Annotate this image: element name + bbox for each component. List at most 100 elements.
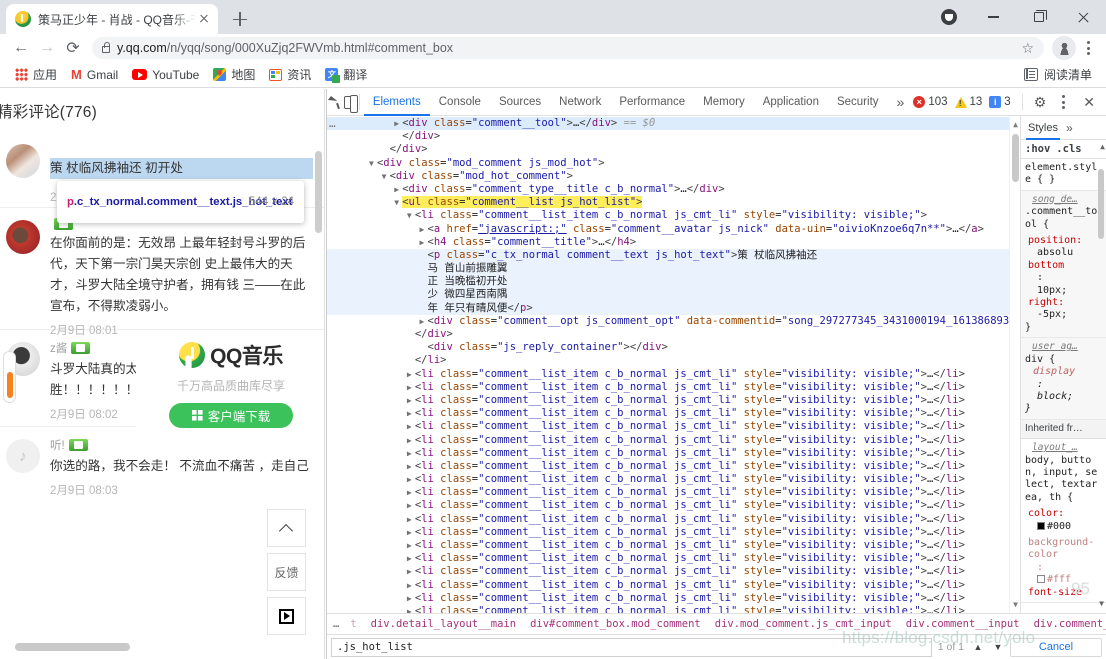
dom-tree-line[interactable]: ▶ <li class="comment__list_item c_b_norma… [327,552,1020,565]
dom-tree-line[interactable]: </li> [327,354,1020,367]
dom-tree-line[interactable]: 马 首山前振雕翼 [327,262,1020,276]
css-prop[interactable]: display [1025,366,1102,378]
info-count-badge[interactable]: i 3 [989,96,1011,108]
more-tabs-button[interactable]: » [888,94,914,110]
dom-tree-line[interactable]: 年 年只有晴风便</p> [327,301,1020,315]
warning-count-badge[interactable]: 13 [954,96,982,108]
css-prop[interactable]: background-color [1025,537,1102,562]
feedback-button[interactable]: 反馈 [267,553,306,591]
dom-tree-line[interactable]: ▶ <li class="comment__list_item c_b_norma… [327,394,1020,407]
devtools-menu-icon[interactable] [1053,90,1073,114]
dom-tree-line[interactable]: ▼ <li class="comment__list_item c_b_norma… [327,209,1020,222]
dom-tree-line[interactable]: ▶ <li class="comment__list_item c_b_norma… [327,526,1020,539]
dom-tree-scrollbar[interactable]: ▲ ▼ [1009,116,1020,613]
scroll-up-icon[interactable]: ▲ [1012,118,1019,131]
tab-network[interactable]: Network [550,89,610,116]
gear-icon[interactable]: ⚙ [1034,94,1047,111]
hov-toggle[interactable]: :hov [1025,143,1050,155]
search-input[interactable] [331,637,932,657]
chrome-menu-icon[interactable] [1078,36,1098,60]
scroll-thumb[interactable] [1012,134,1019,182]
tab-elements[interactable]: Elements [364,89,430,116]
breadcrumb-item[interactable]: div.detail_layout__main [364,618,523,630]
css-value[interactable]: block; [1025,391,1102,403]
bookmark-star-icon[interactable]: ☆ [1021,40,1034,56]
dom-tree-line[interactable]: </div> [327,143,1020,156]
dom-tree-line[interactable]: ▶ <h4 class="comment__title">…</h4> [327,236,1020,249]
dom-tree-line[interactable]: ▶ <a href="javascript:;" class="comment__… [327,223,1020,236]
dom-tree-line[interactable]: </div> [327,328,1020,341]
css-value[interactable]: #fff [1025,574,1102,586]
maximize-button[interactable] [1016,0,1061,34]
styles-more-button[interactable]: » [1066,121,1073,135]
tab-performance[interactable]: Performance [610,89,694,116]
css-value[interactable]: #000 [1025,521,1102,533]
dom-tree-line[interactable]: <p class="c_tx_normal comment__text js_h… [327,248,1020,263]
rule-source[interactable]: song_de… [1025,194,1102,206]
dom-tree-line[interactable]: ▶ <li class="comment__list_item c_b_norma… [327,539,1020,552]
styles-scroll-up-icon[interactable]: ▲ [1100,142,1105,151]
color-swatch[interactable] [1037,575,1045,584]
list-item[interactable]: 在你面前的是：无效昂 上最年轻封号斗罗的后代，天下第一宗门昊天宗创 史上最伟大的… [0,208,324,337]
mini-player-button[interactable] [267,597,306,635]
color-swatch[interactable] [1037,521,1045,530]
css-value[interactable]: absolu [1025,247,1102,259]
page-horizontal-scrollbar[interactable] [15,643,130,651]
dom-tree-line[interactable]: ▶ <li class="comment__list_item c_b_norma… [327,513,1020,526]
inherited-style-rule[interactable]: layout_… body, button, input, select, te… [1021,439,1106,603]
close-window-button[interactable] [1061,0,1106,34]
rule-source[interactable]: layout_… [1025,442,1102,454]
avatar[interactable]: ♪ [6,439,40,473]
breadcrumb-item[interactable]: t [343,618,363,630]
dom-tree-line[interactable]: ▶ <li class="comment__list_item c_b_norma… [327,460,1020,473]
css-value[interactable]: : [1025,562,1102,574]
back-button[interactable]: ← [8,35,34,61]
dom-tree-line[interactable]: ▼ <div class="mod_hot_comment"> [327,170,1020,183]
search-next-button[interactable]: ▼ [990,639,1006,656]
breadcrumb-item[interactable]: div#comment_box.mod_comment [523,618,708,630]
error-count-badge[interactable]: × 103 [913,96,948,108]
dom-tree-line[interactable]: 少 微四星西南隅 [327,288,1020,302]
bookmark-translate[interactable]: 文 翻译 [318,64,374,85]
breadcrumb-overflow-left[interactable]: … [330,618,343,630]
client-download-button[interactable]: 客户端下载 [169,403,293,428]
back-to-top-button[interactable] [267,509,306,547]
css-value[interactable]: 10px; [1025,285,1102,297]
dom-tree-line[interactable]: </div> [327,130,1020,143]
dom-tree-line[interactable]: 正 当晚槛初开处 [327,275,1020,289]
browser-tab[interactable]: 策马正少年 - 肖战 - QQ音乐-千 [6,4,218,34]
inspect-element-button[interactable] [331,90,344,114]
forward-button[interactable]: → [34,35,60,61]
breadcrumb-item[interactable]: div.comment__tool [1027,618,1106,630]
search-prev-button[interactable]: ▲ [970,639,986,656]
device-toolbar-button[interactable] [344,90,359,114]
bookmark-gmail[interactable]: M Gmail [64,66,125,84]
avatar[interactable] [1052,36,1076,60]
tab-application[interactable]: Application [754,89,828,116]
dom-tree-line[interactable]: ▶ <li class="comment__list_item c_b_norma… [327,605,1020,613]
new-tab-button[interactable] [228,7,252,31]
cancel-button[interactable]: Cancel [1010,637,1102,657]
tab-console[interactable]: Console [430,89,490,116]
styles-scrollbar[interactable] [1097,159,1105,613]
dom-tree-line[interactable]: <div class="js_reply_container"></div> [327,341,1020,354]
dom-tree-line[interactable]: ▶ <li class="comment__list_item c_b_norma… [327,368,1020,381]
devtools-close-icon[interactable]: ✕ [1080,94,1098,111]
dom-tree-line[interactable]: ▶ <li class="comment__list_item c_b_norma… [327,592,1020,605]
dom-tree-line[interactable]: ▶ <div class="comment_type__title c_b_nor… [327,183,1020,196]
comment-nickname[interactable]: 听! [50,437,313,453]
dom-tree-line[interactable]: ▶ <li class="comment__list_item c_b_norma… [327,381,1020,394]
dom-tree-line[interactable]: ▶ <div class="comment__opt js_comment_opt… [327,315,1020,328]
dom-tree-line[interactable]: ▼ <div class="mod_comment js_mod_hot"> [327,157,1020,170]
address-bar[interactable]: y.qq.com/n/yqq/song/000XuZjq2FWVmb.html#… [92,37,1044,59]
dom-tree-line[interactable]: ▶ <li class="comment__list_item c_b_norma… [327,565,1020,578]
dom-tree-line[interactable]: ▶ <li class="comment__list_item c_b_norma… [327,420,1020,433]
css-prop[interactable]: color: [1025,508,1064,519]
tab-close-icon[interactable] [196,11,212,27]
reading-list-button[interactable]: 阅读清单 [1023,66,1098,83]
page-vertical-scrollbar[interactable] [315,151,322,233]
dom-tree-line[interactable]: ▶ <li class="comment__list_item c_b_norma… [327,447,1020,460]
bookmark-news[interactable]: 资讯 [262,64,318,85]
tab-memory[interactable]: Memory [694,89,754,116]
dom-tree-line[interactable]: ▶ <li class="comment__list_item c_b_norma… [327,434,1020,447]
